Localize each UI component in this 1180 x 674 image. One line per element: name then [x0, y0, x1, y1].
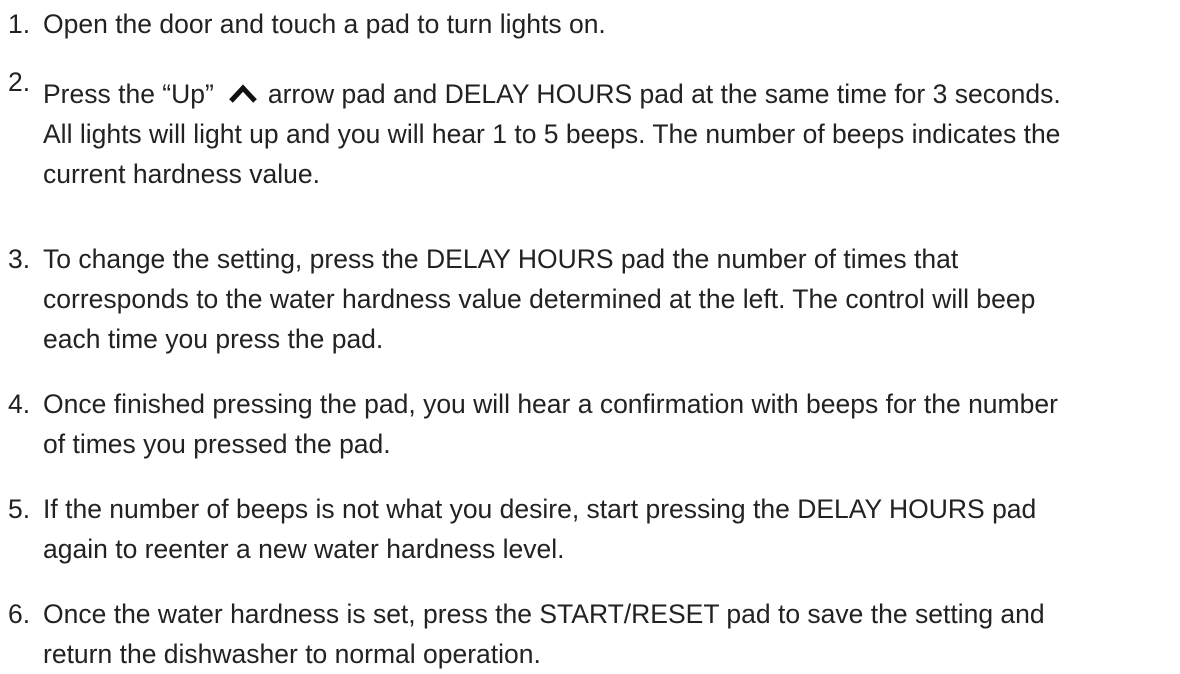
- step-4: 4. Once finished pressing the pad, you w…: [8, 384, 1176, 464]
- step-line: return the dishwasher to normal operatio…: [43, 639, 541, 669]
- step-line: Once finished pressing the pad, you will…: [43, 389, 1058, 419]
- step-line-segment: arrow pad and DELAY HOURS pad at the sam…: [267, 79, 1061, 109]
- step-line: current hardness value.: [43, 159, 320, 189]
- step-line: each time you press the pad.: [43, 324, 384, 354]
- step-line: Press the “Up” arrow pad and DELAY HOURS …: [43, 74, 1176, 114]
- step-1: 1. Open the door and touch a pad to turn…: [8, 4, 1176, 44]
- step-number: 2.: [8, 67, 31, 97]
- step-number: 6.: [8, 599, 31, 629]
- instruction-steps-list: 1. Open the door and touch a pad to turn…: [0, 0, 1180, 669]
- step-number: 4.: [8, 389, 31, 419]
- step-line: All lights will light up and you will he…: [43, 119, 1061, 149]
- step-line: corresponds to the water hardness value …: [43, 284, 1036, 314]
- step-line-segment: Press the “Up”: [43, 79, 214, 109]
- step-text: Once finished pressing the pad, you will…: [8, 384, 1176, 464]
- step-number: 3.: [8, 244, 31, 274]
- step-text: If the number of beeps is not what you d…: [8, 489, 1176, 569]
- step-line: of times you pressed the pad.: [43, 429, 391, 459]
- step-text: Press the “Up” arrow pad and DELAY HOURS …: [8, 74, 1176, 194]
- step-line: Once the water hardness is set, press th…: [43, 599, 1045, 629]
- step-text: Open the door and touch a pad to turn li…: [8, 4, 1176, 44]
- step-number: 5.: [8, 494, 31, 524]
- step-6: 6. Once the water hardness is set, press…: [8, 594, 1176, 674]
- step-line: If the number of beeps is not what you d…: [43, 494, 1037, 524]
- step-5: 5. If the number of beeps is not what yo…: [8, 489, 1176, 569]
- step-3: 3. To change the setting, press the DELA…: [8, 239, 1176, 359]
- step-line: again to reenter a new water hardness le…: [43, 534, 565, 564]
- step-number: 1.: [8, 9, 31, 39]
- step-text: To change the setting, press the DELAY H…: [8, 239, 1176, 359]
- step-line: Open the door and touch a pad to turn li…: [43, 9, 606, 39]
- step-text: Once the water hardness is set, press th…: [8, 594, 1176, 674]
- step-2: 2. Press the “Up” arrow pad and DELAY HOU…: [8, 67, 1176, 194]
- up-arrow-icon: [228, 83, 258, 103]
- step-line: To change the setting, press the DELAY H…: [43, 244, 959, 274]
